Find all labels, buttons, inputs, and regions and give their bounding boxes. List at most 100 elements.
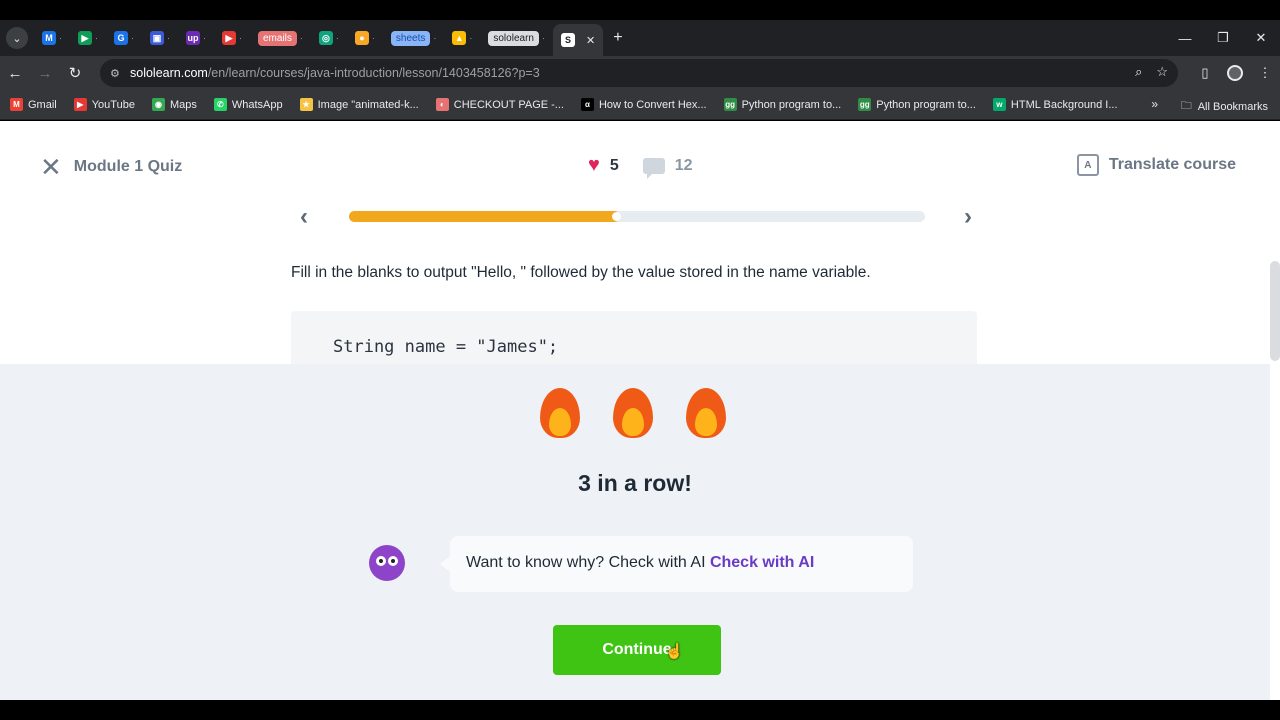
browser-tab[interactable]: G · bbox=[106, 24, 142, 52]
browser-tab[interactable]: ● · bbox=[347, 24, 383, 52]
browser-tab[interactable]: M · bbox=[34, 24, 70, 52]
bookmark-item[interactable]: M Gmail bbox=[10, 98, 57, 111]
check-with-ai-link[interactable]: Check with AI bbox=[710, 554, 814, 571]
bookmark-item[interactable]: ★ Image "animated-k... bbox=[299, 98, 419, 111]
all-bookmarks[interactable]: 🗀 All Bookmarks bbox=[1181, 97, 1268, 116]
tab-favicon-icon: ▶ bbox=[222, 31, 236, 45]
forward-icon[interactable]: → bbox=[30, 65, 60, 82]
lives-count: 5 bbox=[609, 156, 619, 174]
browser-tab[interactable]: ▲ · bbox=[444, 24, 480, 52]
bookmark-item[interactable]: gg Python program to... bbox=[723, 98, 841, 111]
bookmark-label: Maps bbox=[169, 98, 197, 111]
site-info-icon[interactable]: ⚙ bbox=[110, 67, 130, 80]
bookmark-favicon-icon: ▶ bbox=[73, 98, 87, 111]
translate-course-button[interactable]: A Translate course bbox=[1076, 154, 1236, 176]
mouse-cursor-icon: ☝ bbox=[665, 643, 684, 660]
close-quiz-icon[interactable]: ✕ bbox=[40, 154, 62, 180]
bookmark-label: Image "animated-k... bbox=[317, 98, 419, 111]
comments-count[interactable]: 12 bbox=[675, 157, 693, 175]
browser-tab[interactable]: ▶ · bbox=[214, 24, 250, 52]
tab-favicon-icon: up bbox=[186, 31, 200, 45]
address-bar[interactable]: ⚙ sololearn.com/en/learn/courses/java-in… bbox=[100, 59, 1178, 87]
bookmark-item[interactable]: w HTML Background I... bbox=[992, 98, 1118, 111]
tab-strip: ⌄ M · ▶ · G · ▣ · up · ▶ · emails · ◎ · ● · sheets · ▲ · solol… bbox=[0, 20, 1280, 56]
minimize-icon[interactable]: — bbox=[1166, 31, 1204, 46]
bookmark-label: Gmail bbox=[28, 98, 57, 111]
bookmark-label: CHECKOUT PAGE -... bbox=[453, 98, 564, 111]
tab-favicon-icon: M bbox=[42, 31, 56, 45]
bookmark-item[interactable]: ◐ CHECKOUT PAGE -... bbox=[435, 98, 564, 111]
browser-tab[interactable]: ▣ · bbox=[142, 24, 178, 52]
bookmark-favicon-icon: α bbox=[580, 98, 594, 111]
tab-label: emails bbox=[258, 30, 297, 46]
bookmark-favicon-icon: ◉ bbox=[151, 98, 165, 111]
bookmark-item[interactable]: ✆ WhatsApp bbox=[213, 98, 283, 111]
reload-icon[interactable]: ↻ bbox=[60, 64, 90, 82]
progress-row: ‹ › bbox=[300, 203, 980, 231]
side-panel-icon[interactable]: ▯ bbox=[1190, 65, 1220, 81]
tab-favicon-icon: ▶ bbox=[78, 31, 92, 45]
bookmark-label: WhatsApp bbox=[231, 98, 283, 111]
browser-tab[interactable]: ◎ · bbox=[311, 24, 347, 52]
streak-title: 3 in a row! bbox=[578, 470, 692, 496]
new-tab-icon[interactable]: + bbox=[613, 29, 622, 47]
bookmark-favicon-icon: ✆ bbox=[213, 98, 227, 111]
close-tab-icon[interactable]: ✕ bbox=[586, 34, 595, 47]
progress-fill bbox=[349, 211, 621, 222]
browser-tab[interactable]: sololearn · bbox=[480, 24, 553, 52]
tab-favicon-icon: S bbox=[560, 33, 575, 47]
profile-avatar[interactable] bbox=[1227, 65, 1243, 81]
chevron-left-icon[interactable]: ‹ bbox=[300, 203, 308, 231]
close-window-icon[interactable]: ✕ bbox=[1242, 30, 1280, 46]
tab-favicon-icon: G bbox=[114, 31, 128, 45]
continue-button[interactable]: Continue bbox=[553, 625, 721, 675]
menu-icon[interactable]: ⋮ bbox=[1250, 65, 1280, 81]
bookmark-item[interactable]: α How to Convert Hex... bbox=[580, 98, 707, 111]
bookmark-favicon-icon: M bbox=[10, 98, 23, 111]
browser-tab[interactable]: up · bbox=[178, 24, 214, 52]
tab-label: sheets bbox=[390, 30, 431, 46]
browser-tab[interactable]: sheets · bbox=[383, 24, 444, 52]
bookmark-favicon-icon: ★ bbox=[299, 98, 313, 111]
question-text: Fill in the blanks to output "Hello, " f… bbox=[291, 264, 871, 281]
browser-tab[interactable]: emails · bbox=[250, 24, 311, 52]
ai-mascot-avatar bbox=[369, 545, 405, 581]
translate-label: Translate course bbox=[1108, 156, 1236, 173]
restore-icon[interactable]: ❐ bbox=[1204, 30, 1242, 46]
bookmarks-overflow-icon[interactable]: » bbox=[1151, 97, 1158, 111]
bookmark-item[interactable]: ▶ YouTube bbox=[73, 98, 135, 111]
progress-track bbox=[349, 211, 925, 222]
browser-tab[interactable]: ▶ · bbox=[70, 24, 106, 52]
page-content: ✕ Module 1 Quiz ♥ 5 12 A Translate cours… bbox=[0, 121, 1280, 700]
page-scrollbar[interactable] bbox=[1270, 261, 1280, 361]
tab-favicon-icon: ▣ bbox=[150, 31, 164, 45]
quiz-title: Module 1 Quiz bbox=[73, 158, 183, 175]
bookmark-favicon-icon: gg bbox=[723, 98, 737, 111]
bookmark-star-icon[interactable]: ☆ bbox=[1156, 64, 1168, 80]
zoom-icon[interactable]: ⌕ bbox=[1135, 64, 1142, 80]
bookmark-label: How to Convert Hex... bbox=[598, 98, 707, 111]
top-letterbox bbox=[0, 0, 1280, 20]
chevron-right-icon[interactable]: › bbox=[964, 203, 972, 231]
back-icon[interactable]: ← bbox=[0, 65, 30, 82]
window-controls: — ❐ ✕ bbox=[1166, 20, 1280, 56]
streak-flames bbox=[540, 388, 726, 438]
tab-favicon-icon: ◎ bbox=[318, 31, 333, 45]
bottom-letterbox bbox=[0, 700, 1280, 720]
url-text: sololearn.com/en/learn/courses/java-intr… bbox=[130, 66, 540, 80]
bookmark-favicon-icon: w bbox=[992, 98, 1006, 111]
browser-toolbar: ← → ↻ ⚙ sololearn.com/en/learn/courses/j… bbox=[0, 56, 1280, 90]
tab-favicon-icon: ● bbox=[354, 31, 369, 45]
tab-favicon-icon: ▲ bbox=[452, 31, 467, 45]
bookmark-label: HTML Background I... bbox=[1010, 98, 1118, 111]
quiz-header: ✕ Module 1 Quiz bbox=[40, 154, 182, 180]
comments-icon[interactable] bbox=[642, 157, 665, 179]
flame-icon bbox=[613, 388, 653, 438]
bookmark-item[interactable]: ◉ Maps bbox=[151, 98, 197, 111]
active-tab[interactable]: S ✕ bbox=[552, 24, 604, 56]
bookmark-list: M Gmail ▶ YouTube ◉ Maps ✆ WhatsApp ★ Image "anim… bbox=[10, 98, 1135, 111]
quiz-stats: ♥ 5 12 bbox=[588, 154, 693, 179]
bookmark-item[interactable]: gg Python program to... bbox=[858, 98, 976, 111]
heart-icon: ♥ bbox=[588, 154, 600, 176]
tab-search-icon[interactable]: ⌄ bbox=[6, 27, 28, 49]
